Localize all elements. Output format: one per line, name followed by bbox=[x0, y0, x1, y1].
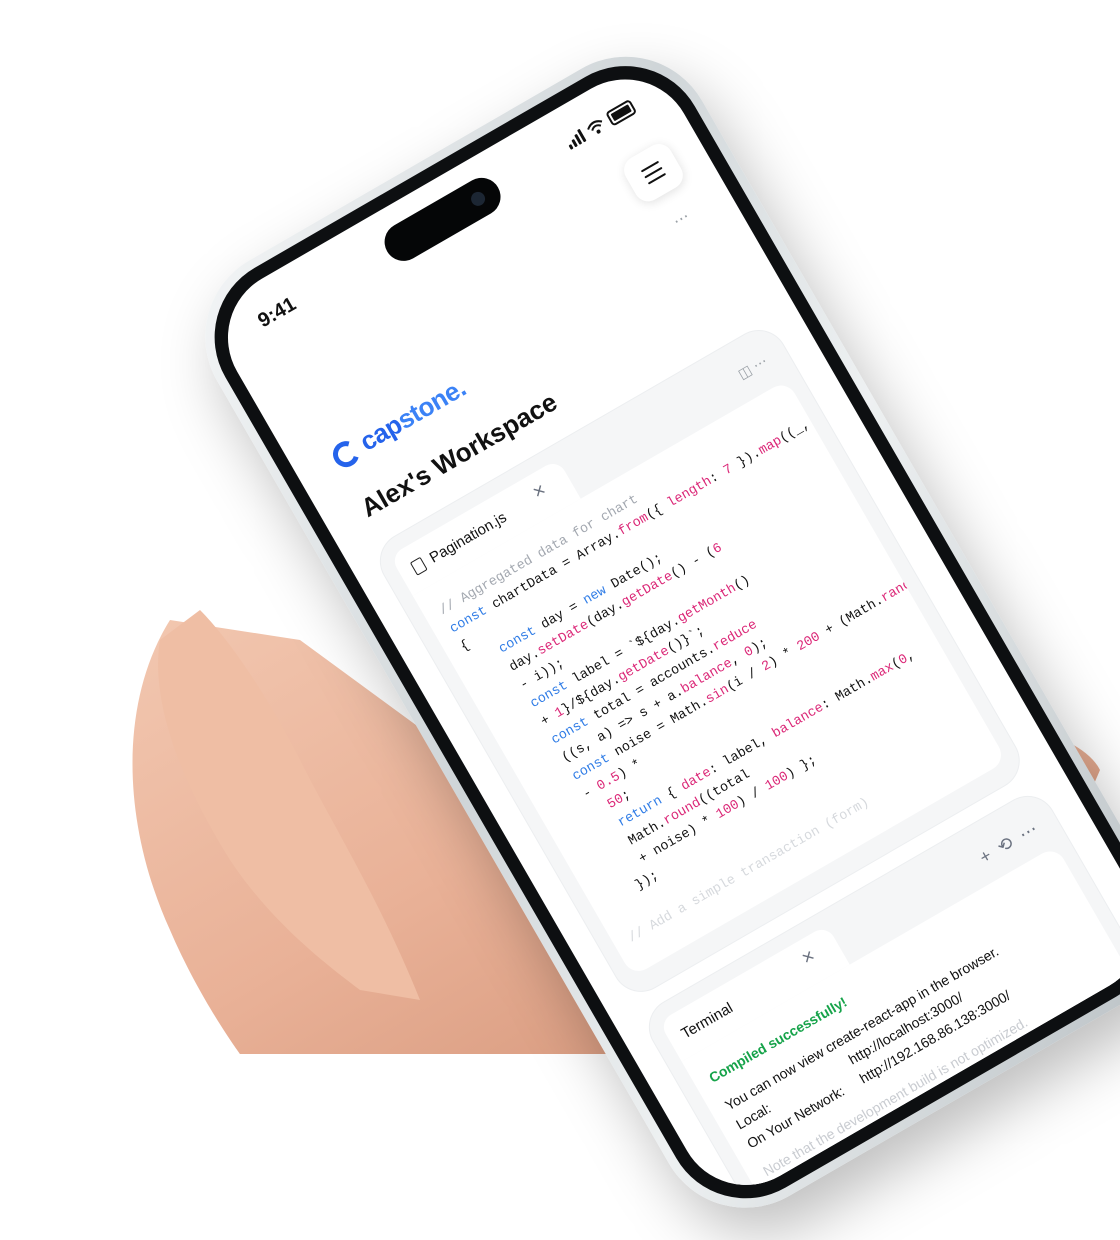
menu-button[interactable] bbox=[618, 138, 688, 207]
signal-icon bbox=[564, 128, 587, 150]
add-icon[interactable]: + bbox=[976, 845, 996, 868]
more-options-icon[interactable]: ⋯ bbox=[1015, 818, 1041, 845]
status-icons bbox=[564, 98, 638, 151]
logo-mark-icon bbox=[327, 435, 364, 472]
history-icon[interactable]: ⟲ bbox=[994, 832, 1018, 858]
more-options-icon[interactable]: ⋯ bbox=[750, 353, 770, 374]
camera-icon bbox=[468, 189, 488, 209]
more-options-icon[interactable]: ⋯ bbox=[669, 206, 694, 232]
logo-text-part2: stone. bbox=[391, 372, 471, 436]
file-icon bbox=[409, 556, 428, 576]
status-time: 9:41 bbox=[254, 293, 300, 333]
split-view-icon[interactable]: ◫ bbox=[735, 361, 754, 381]
editor-actions: ◫ ⋯ bbox=[735, 353, 770, 383]
wifi-icon bbox=[587, 120, 603, 134]
battery-icon bbox=[605, 98, 638, 127]
